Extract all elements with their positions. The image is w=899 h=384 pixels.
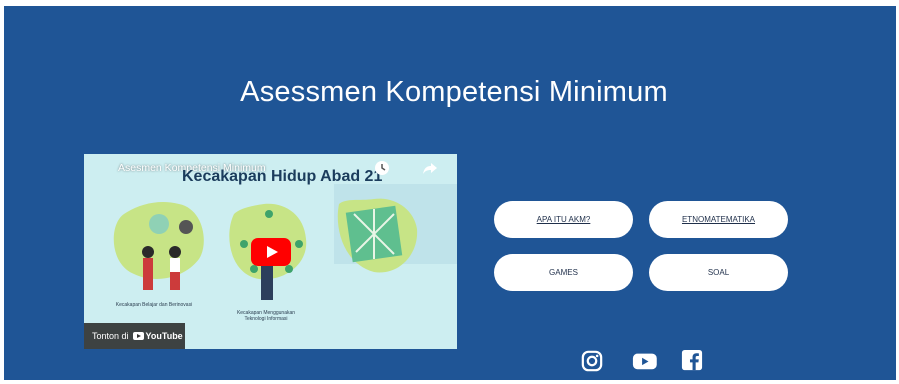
page-title: Asessmen Kompetensi Minimum [240,76,668,108]
share-icon[interactable] [422,160,438,176]
apa-itu-akm-label: APA ITU AKM? [536,215,591,224]
youtube-logo: YouTube [132,331,183,341]
play-button[interactable] [251,238,291,266]
youtube-logo-text: YouTube [145,331,183,341]
watch-on-youtube-button[interactable]: Tonton di YouTube [84,323,185,349]
instagram-icon[interactable] [580,350,604,372]
video-caption: Kecakapan Menggunakan Teknologi Informas… [236,310,296,322]
youtube-icon[interactable] [629,350,657,372]
soal-button[interactable]: SOAL [649,254,788,291]
video-caption: Kecakapan Belajar dan Berinovasi [115,302,193,308]
watch-label: Tonton di [92,331,129,341]
clock-icon[interactable] [374,160,390,176]
soal-label: SOAL [707,268,730,277]
page-background: Asessmen Kompetensi Minimum Asesmen Komp… [4,6,896,380]
video-embed[interactable]: Asesmen Kompetensi Minimum Kecakapan Hid… [84,154,457,349]
etnomatematika-label: ETNOMATEMATIKA [681,215,756,224]
video-banner: Kecakapan Hidup Abad 21 [182,168,383,185]
games-button[interactable]: GAMES [494,254,633,291]
apa-itu-akm-button[interactable]: APA ITU AKM? [494,201,633,238]
games-label: GAMES [549,268,578,277]
etnomatematika-button[interactable]: ETNOMATEMATIKA [649,201,788,238]
facebook-icon[interactable] [680,350,704,372]
youtube-play-icon [132,332,144,340]
